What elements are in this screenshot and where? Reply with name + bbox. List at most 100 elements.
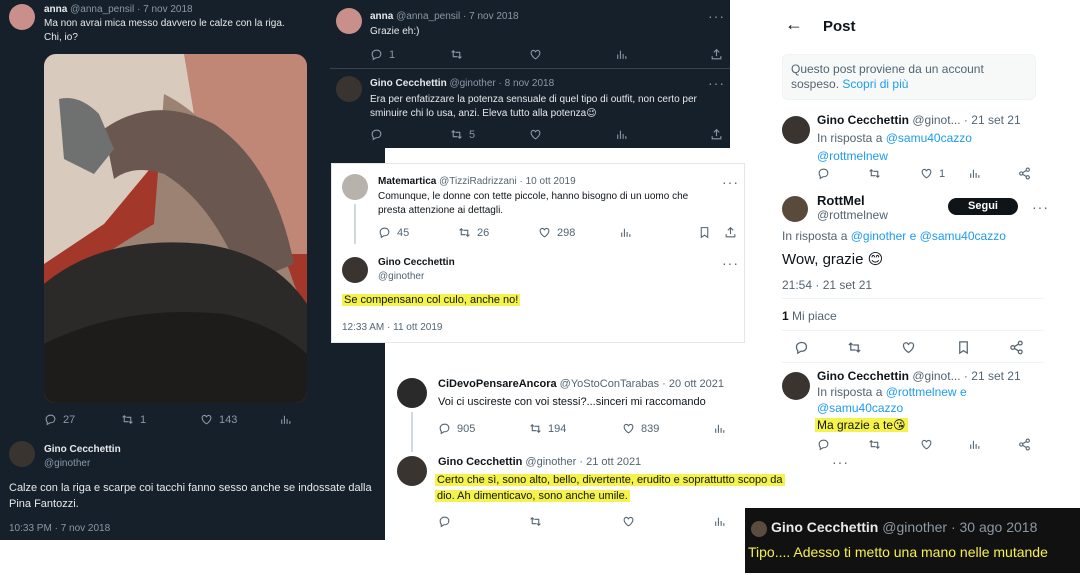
tweet-date[interactable]: 30 ago 2018 — [960, 519, 1038, 535]
author-name[interactable]: CiDevoPensareAncora — [438, 378, 557, 390]
share-button[interactable] — [1018, 167, 1031, 180]
more-options-icon[interactable]: ··· — [722, 256, 739, 270]
mention-link[interactable]: @ginother — [851, 229, 907, 243]
avatar[interactable] — [9, 441, 35, 467]
author-handle[interactable]: @ginother — [44, 458, 90, 469]
more-options-icon[interactable]: ··· — [832, 455, 849, 469]
avatar[interactable] — [782, 372, 810, 400]
like-button[interactable] — [529, 128, 542, 141]
reply-button[interactable] — [817, 438, 830, 451]
author-handle[interactable]: @ginother — [378, 271, 424, 282]
author-name[interactable]: Gino Cecchettin — [378, 257, 455, 268]
more-options-icon[interactable]: ··· — [1032, 200, 1049, 214]
tweet-photo[interactable] — [44, 54, 307, 403]
like-button[interactable] — [901, 340, 916, 355]
mention-link[interactable]: @samu40cazzo — [817, 401, 903, 415]
tweet-date[interactable]: 7 nov 2018 — [143, 4, 193, 15]
author-handle[interactable]: @ginother — [525, 456, 576, 468]
reply-button[interactable] — [370, 128, 383, 141]
views-button[interactable] — [713, 422, 726, 435]
author-name[interactable]: Gino Cecchettin — [817, 113, 909, 127]
tweet-timestamp[interactable]: 12:33 AM · 11 ott 2019 — [342, 322, 442, 333]
share-button[interactable] — [710, 128, 723, 141]
views-button[interactable] — [615, 48, 628, 61]
reply-button[interactable]: 45 — [378, 226, 409, 239]
author-handle[interactable]: @ginother — [882, 519, 947, 535]
author-name[interactable]: Gino Cecchettin — [771, 519, 878, 535]
like-button[interactable]: 143 — [200, 413, 237, 426]
mention-link[interactable]: @rottmelnew — [817, 149, 888, 163]
avatar[interactable] — [342, 174, 368, 200]
more-options-icon[interactable]: ··· — [722, 175, 739, 189]
views-button[interactable] — [615, 128, 628, 141]
retweet-button[interactable]: 1 — [121, 413, 146, 426]
tweet-date[interactable]: 21 set 21 — [971, 369, 1020, 383]
learn-more-link[interactable]: Scopri di più — [842, 77, 908, 91]
avatar[interactable] — [782, 196, 808, 222]
bookmark-button[interactable] — [956, 340, 971, 355]
reply-button[interactable] — [817, 167, 830, 180]
author-name[interactable]: Gino Cecchettin — [44, 444, 121, 455]
share-button[interactable] — [710, 48, 723, 61]
author-name[interactable]: Gino Cecchettin — [438, 456, 522, 468]
author-handle[interactable]: @ginot... — [912, 369, 960, 383]
retweet-button[interactable] — [868, 167, 881, 180]
tweet-date[interactable]: 20 ott 2021 — [669, 378, 724, 390]
bookmark-button[interactable] — [698, 226, 711, 239]
author-handle[interactable]: @ginot... — [912, 113, 960, 127]
tweet-date[interactable]: 21 set 21 — [971, 113, 1020, 127]
tweet-date[interactable]: 7 nov 2018 — [469, 11, 519, 22]
author-name[interactable]: Gino Cecchettin — [370, 78, 447, 89]
author-handle[interactable]: @rottmelnew — [817, 208, 888, 222]
author-name[interactable]: Matemartica — [378, 176, 436, 187]
like-button[interactable] — [622, 515, 635, 528]
avatar[interactable] — [782, 116, 810, 144]
avatar[interactable] — [751, 521, 767, 537]
avatar[interactable] — [9, 4, 35, 30]
views-button[interactable] — [279, 413, 292, 426]
tweet-date[interactable]: 21 ott 2021 — [586, 456, 641, 468]
follow-button[interactable]: Segui — [948, 198, 1018, 215]
post-timestamp[interactable]: 21:54 · 21 set 21 — [782, 278, 872, 292]
author-name[interactable]: anna — [370, 11, 393, 22]
views-button[interactable] — [968, 438, 981, 451]
avatar[interactable] — [397, 378, 427, 408]
retweet-button[interactable]: 5 — [450, 128, 475, 141]
reply-button[interactable] — [794, 340, 809, 355]
mention-link[interactable]: @samu40cazzo — [886, 131, 972, 145]
retweet-button[interactable]: 26 — [458, 226, 489, 239]
avatar[interactable] — [336, 8, 362, 34]
retweet-button[interactable]: 194 — [529, 422, 566, 435]
views-button[interactable] — [713, 515, 726, 528]
retweet-button[interactable] — [868, 438, 881, 451]
author-name[interactable]: Gino Cecchettin — [817, 369, 909, 383]
share-button[interactable] — [724, 226, 737, 239]
share-button[interactable] — [1018, 438, 1031, 451]
retweet-button[interactable] — [450, 48, 463, 61]
avatar[interactable] — [397, 456, 427, 486]
reply-button[interactable]: 1 — [370, 48, 395, 61]
share-button[interactable] — [1009, 340, 1024, 355]
like-button[interactable]: 839 — [622, 422, 659, 435]
reply-button[interactable]: 27 — [44, 413, 75, 426]
mention-link[interactable]: @samu40cazzo — [920, 229, 1006, 243]
author-handle[interactable]: @anna_pensil — [70, 4, 134, 15]
avatar[interactable] — [336, 76, 362, 102]
retweet-button[interactable] — [529, 515, 542, 528]
more-options-icon[interactable]: ··· — [708, 9, 725, 23]
like-button[interactable]: 298 — [538, 226, 575, 239]
author-handle[interactable]: @anna_pensil — [396, 11, 460, 22]
back-arrow-icon[interactable]: ← — [785, 14, 803, 35]
avatar[interactable] — [342, 257, 368, 283]
views-button[interactable] — [968, 167, 981, 180]
author-handle[interactable]: @TizziRadrizzani — [439, 176, 517, 187]
tweet-timestamp[interactable]: 10:33 PM · 7 nov 2018 — [9, 523, 110, 534]
tweet-date[interactable]: 10 ott 2019 — [526, 176, 576, 187]
author-name[interactable]: anna — [44, 4, 67, 15]
author-handle[interactable]: @YoStoConTarabas — [560, 378, 659, 390]
mention-link[interactable]: @rottmelnew — [886, 385, 957, 399]
more-options-icon[interactable]: ··· — [708, 76, 725, 90]
reply-button[interactable] — [438, 515, 451, 528]
like-button[interactable]: 1 — [920, 167, 945, 180]
tweet-date[interactable]: 8 nov 2018 — [505, 78, 555, 89]
